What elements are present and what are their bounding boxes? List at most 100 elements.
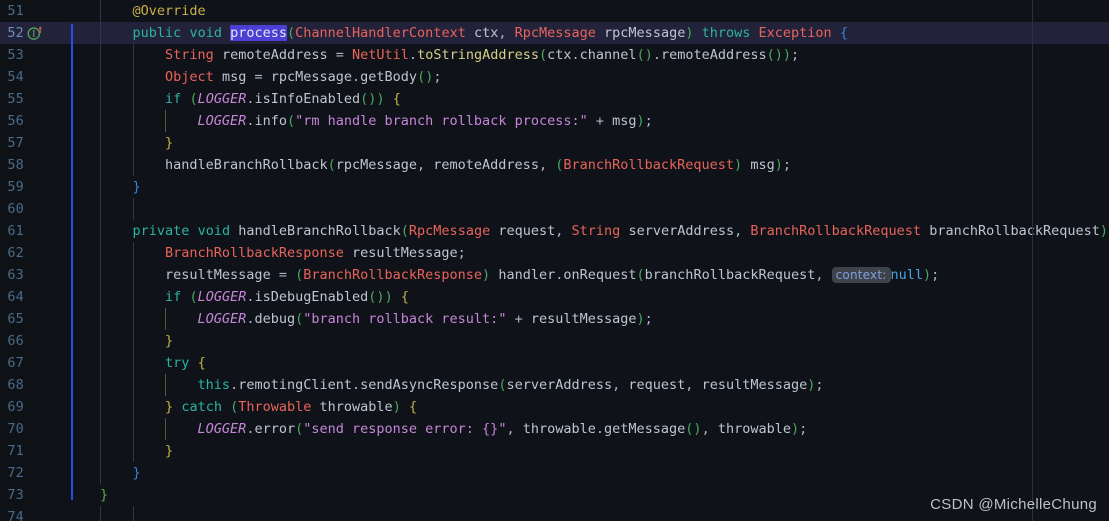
gutter-row[interactable]: 55	[0, 88, 71, 110]
code-token: )	[384, 289, 393, 305]
gutter-row[interactable]: 52 I	[0, 22, 71, 44]
code-line[interactable]: }	[71, 330, 1109, 352]
code-line[interactable]: try {	[71, 352, 1109, 374]
code-line-text: if (LOGGER.isInfoEnabled()) {	[100, 88, 401, 110]
indent-guide	[132, 264, 134, 286]
code-token: +	[587, 113, 613, 129]
code-token: remoteAddress	[433, 157, 539, 173]
code-line-text: } catch (Throwable throwable) {	[100, 396, 417, 418]
gutter-row[interactable]: 61	[0, 220, 71, 242]
gutter-row[interactable]: 72	[0, 462, 71, 484]
code-line[interactable]: if (LOGGER.isDebugEnabled()) {	[71, 286, 1109, 308]
code-token: ,	[506, 421, 523, 437]
code-line[interactable]: resultMessage = (BranchRollbackResponse)…	[71, 264, 1109, 286]
code-line[interactable]: }	[71, 132, 1109, 154]
code-token: ()	[766, 47, 783, 63]
gutter-row[interactable]: 56	[0, 110, 71, 132]
indent-guide	[132, 132, 134, 154]
code-line[interactable]: private void handleBranchRollback(RpcMes…	[71, 220, 1109, 242]
code-token: ,	[685, 377, 702, 393]
indent-guide	[165, 308, 167, 330]
code-token: )	[636, 311, 645, 327]
code-line[interactable]: Object msg = rpcMessage.getBody();	[71, 66, 1109, 88]
code-token: Object	[165, 69, 214, 85]
gutter-row[interactable]: 70	[0, 418, 71, 440]
code-token: rpcMessage	[335, 157, 418, 173]
code-line[interactable]: }	[71, 440, 1109, 462]
gutter-row[interactable]: 67	[0, 352, 71, 374]
gutter-row[interactable]: 68	[0, 374, 71, 396]
line-number: 56	[7, 113, 24, 129]
code-line[interactable]: LOGGER.info("rm handle branch rollback p…	[71, 110, 1109, 132]
code-line-text: private void handleBranchRollback(RpcMes…	[100, 220, 1109, 242]
code-token: )	[782, 47, 792, 63]
code-token: rpcMessage	[270, 69, 353, 85]
code-line[interactable]: @Override	[71, 0, 1109, 22]
code-token: catch	[181, 399, 222, 415]
code-token: (	[189, 91, 198, 107]
indent-guide	[132, 66, 134, 88]
gutter-row[interactable]: 57	[0, 132, 71, 154]
code-token: .	[246, 91, 255, 107]
code-line[interactable]: }	[71, 176, 1109, 198]
code-token: private	[132, 223, 190, 239]
code-line[interactable]	[71, 198, 1109, 220]
code-line[interactable]: public void process(ChannelHandlerContex…	[71, 22, 1109, 44]
code-token: public	[132, 25, 182, 41]
editor-gutter[interactable]: 51 52 I 53 54 55 56 57 58 59 60 61 62 63 64 65 66 67 68 69 7…	[0, 0, 71, 521]
code-token: {	[400, 289, 409, 305]
code-line[interactable]: } catch (Throwable throwable) {	[71, 396, 1109, 418]
gutter-row[interactable]: 73	[0, 484, 71, 506]
code-token: (	[400, 223, 409, 239]
code-line[interactable]: LOGGER.debug("branch rollback result:" +…	[71, 308, 1109, 330]
code-line-text: this.remotingClient.sendAsyncResponse(se…	[100, 374, 824, 396]
gutter-row[interactable]: 53	[0, 44, 71, 66]
code-line[interactable]: }	[71, 462, 1109, 484]
code-line-text: }	[100, 176, 141, 198]
gutter-row[interactable]: 60	[0, 198, 71, 220]
code-token: .	[571, 47, 580, 63]
code-token: ;	[791, 47, 800, 63]
code-line[interactable]: BranchRollbackResponse resultMessage;	[71, 242, 1109, 264]
code-line-text: BranchRollbackResponse resultMessage;	[100, 242, 466, 264]
code-token: null	[890, 267, 924, 283]
code-line[interactable]: handleBranchRollback(rpcMessage, remoteA…	[71, 154, 1109, 176]
code-token: onRequest	[563, 267, 637, 283]
gutter-row[interactable]: 54	[0, 66, 71, 88]
gutter-row[interactable]: 74	[0, 506, 71, 521]
gutter-row[interactable]: 63	[0, 264, 71, 286]
code-line[interactable]: LOGGER.error("send response error: {}", …	[71, 418, 1109, 440]
code-editor[interactable]: 51 52 I 53 54 55 56 57 58 59 60 61 62 63 64 65 66 67 68 69 7…	[0, 0, 1109, 521]
code-token: toStringAddress	[417, 47, 539, 63]
gutter-row[interactable]: 58	[0, 154, 71, 176]
indent-guide	[132, 440, 134, 462]
code-token: ()	[368, 289, 385, 305]
gutter-row[interactable]: 59	[0, 176, 71, 198]
implementing-method-icon[interactable]: I	[27, 25, 43, 41]
gutter-row[interactable]: 66	[0, 330, 71, 352]
gutter-row[interactable]: 71	[0, 440, 71, 462]
code-line[interactable]: this.remotingClient.sendAsyncResponse(se…	[71, 374, 1109, 396]
code-line[interactable]: String remoteAddress = NetUtil.toStringA…	[71, 44, 1109, 66]
indent-guide	[132, 330, 134, 352]
gutter-row[interactable]: 69	[0, 396, 71, 418]
code-token: NetUtil	[352, 47, 409, 63]
gutter-row[interactable]: 65	[0, 308, 71, 330]
code-line[interactable]: if (LOGGER.isInfoEnabled()) {	[71, 88, 1109, 110]
code-token: remoteAddress	[221, 47, 328, 63]
gutter-row[interactable]: 51	[0, 0, 71, 22]
indent-guide	[100, 264, 101, 286]
watermark: CSDN @MichelleChung	[930, 496, 1097, 513]
code-token: resultMessage	[351, 245, 458, 261]
gutter-row[interactable]: 64	[0, 286, 71, 308]
code-line-text: LOGGER.info("rm handle branch rollback p…	[100, 110, 653, 132]
gutter-row[interactable]: 62	[0, 242, 71, 264]
indent-guide	[132, 374, 134, 396]
code-area[interactable]: @Override public void process(ChannelHan…	[71, 0, 1109, 521]
indent-guide	[132, 242, 134, 264]
line-number: 58	[7, 157, 24, 173]
